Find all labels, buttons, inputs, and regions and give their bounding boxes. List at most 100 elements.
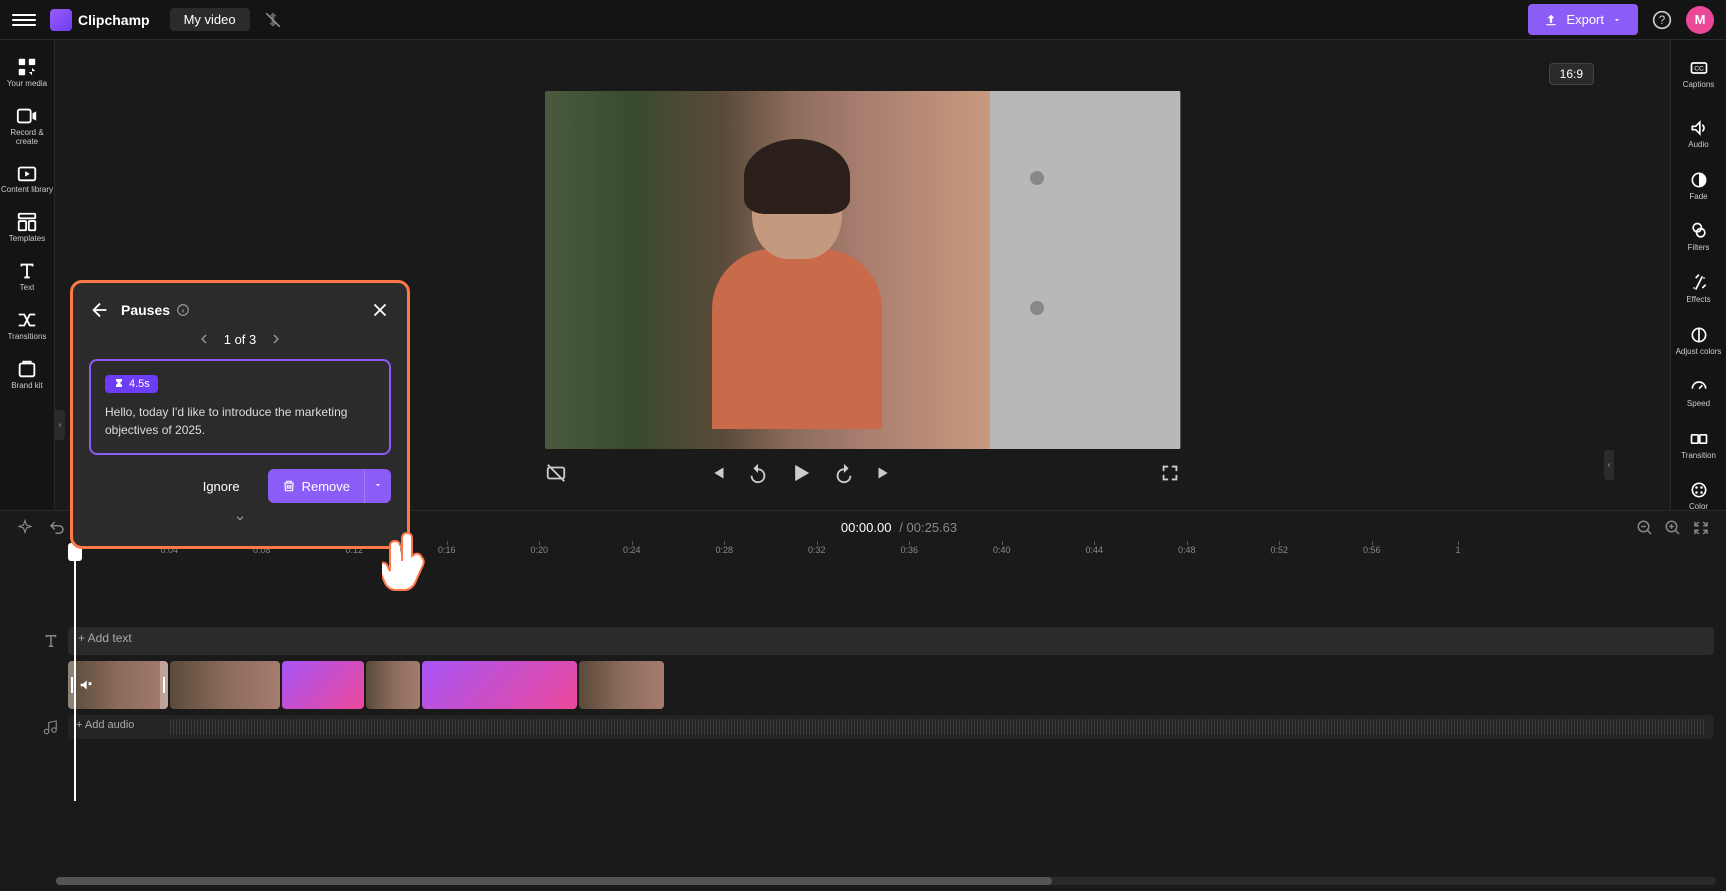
video-clip[interactable]: [68, 661, 168, 709]
audio-track[interactable]: + Add audio: [68, 715, 1714, 739]
main-layout: Your media Record & create Content libra…: [0, 40, 1726, 510]
skip-forward-button[interactable]: [873, 462, 895, 484]
add-text-label[interactable]: + Add text: [68, 627, 1714, 655]
info-icon[interactable]: [176, 303, 190, 317]
left-expand-handle[interactable]: [55, 410, 65, 440]
timeline-scrollbar[interactable]: [56, 877, 1716, 885]
sidebar-item-transitions[interactable]: Transitions: [0, 301, 55, 350]
export-label: Export: [1566, 12, 1604, 27]
captions-toggle-button[interactable]: [545, 462, 567, 484]
skip-back-button[interactable]: [707, 462, 729, 484]
text-track[interactable]: + Add text: [68, 627, 1714, 655]
add-audio-label[interactable]: + Add audio: [76, 719, 134, 731]
seek-back-button[interactable]: [747, 462, 769, 484]
sidebar-item-speed[interactable]: Speed: [1671, 367, 1726, 419]
chevron-right-icon: [57, 420, 63, 430]
popup-back-button[interactable]: [89, 299, 111, 321]
ruler-tick: 0:28: [716, 545, 734, 555]
transition-icon: [1689, 429, 1709, 449]
sparkle-button[interactable]: [16, 519, 34, 537]
video-preview[interactable]: [545, 91, 1181, 449]
pauses-popup: Pauses 1 of 3: [70, 280, 410, 549]
sidebar-item-audio[interactable]: Audio: [1671, 108, 1726, 160]
popup-expand-button[interactable]: [89, 511, 391, 530]
clip-handle-right[interactable]: [160, 661, 168, 709]
undo-button[interactable]: [48, 519, 66, 537]
sync-status-icon[interactable]: [264, 11, 282, 29]
video-clip[interactable]: [170, 661, 280, 709]
pause-clip[interactable]: [282, 661, 364, 709]
zoom-fit-button[interactable]: [1692, 519, 1710, 537]
right-sidebar: CC Captions Audio Fade Filters Effects A…: [1670, 40, 1726, 510]
sidebar-item-adjust[interactable]: Adjust colors: [1671, 315, 1726, 367]
video-clip[interactable]: [366, 661, 420, 709]
record-icon: [16, 105, 38, 127]
menu-icon[interactable]: [12, 8, 36, 32]
filters-icon: [1689, 221, 1709, 241]
pager-next-button[interactable]: [268, 331, 284, 347]
aspect-ratio-badge[interactable]: 16:9: [1549, 63, 1594, 85]
arrow-left-icon: [89, 299, 111, 321]
sidebar-item-media[interactable]: Your media: [0, 48, 55, 97]
project-title[interactable]: My video: [170, 8, 250, 31]
pager-prev-button[interactable]: [196, 331, 212, 347]
zoom-out-button[interactable]: [1636, 519, 1654, 537]
sidebar-item-filters[interactable]: Filters: [1671, 211, 1726, 263]
templates-icon: [16, 211, 38, 233]
pause-clip[interactable]: [422, 661, 577, 709]
zoom-in-button[interactable]: [1664, 519, 1682, 537]
sidebar-item-record[interactable]: Record & create: [0, 97, 55, 155]
remove-button[interactable]: Remove: [268, 469, 364, 503]
app-logo[interactable]: Clipchamp: [50, 9, 150, 31]
help-icon[interactable]: ?: [1652, 10, 1672, 30]
scrollbar-thumb[interactable]: [56, 877, 1052, 885]
duration-badge: 4.5s: [105, 375, 158, 393]
speed-icon: [1689, 377, 1709, 397]
color-icon: [1689, 480, 1709, 500]
right-collapse-handle[interactable]: [1604, 450, 1614, 480]
seek-forward-button[interactable]: [833, 462, 855, 484]
fullscreen-button[interactable]: [1159, 462, 1181, 484]
pause-card[interactable]: 4.5s Hello, today I'd like to introduce …: [89, 359, 391, 455]
close-icon: [369, 299, 391, 321]
upload-icon: [1544, 13, 1558, 27]
effects-icon: [1689, 273, 1709, 293]
top-bar: Clipchamp My video Export ? M: [0, 0, 1726, 40]
chevron-right-icon: [268, 331, 284, 347]
sidebar-item-captions[interactable]: CC Captions: [1671, 48, 1726, 100]
hourglass-icon: [113, 378, 125, 390]
svg-text:CC: CC: [1694, 66, 1704, 73]
ignore-button[interactable]: Ignore: [185, 471, 258, 502]
play-button[interactable]: [787, 459, 815, 487]
sidebar-item-effects[interactable]: Effects: [1671, 263, 1726, 315]
ruler-tick: 0:52: [1271, 545, 1289, 555]
video-clip[interactable]: [579, 661, 664, 709]
popup-close-button[interactable]: [369, 299, 391, 321]
fit-icon: [1692, 519, 1710, 537]
chevron-down-icon: [1612, 15, 1622, 25]
captions-icon: CC: [1689, 58, 1709, 78]
audio-icon: [1689, 118, 1709, 138]
clipchamp-logo-icon: [50, 9, 72, 31]
remove-dropdown-button[interactable]: [364, 469, 391, 503]
export-button[interactable]: Export: [1528, 4, 1638, 35]
sidebar-item-library[interactable]: Content library: [0, 154, 55, 203]
video-track: [68, 661, 1714, 709]
ruler-tick: 0:32: [808, 545, 826, 555]
center-area: Pauses 1 of 3: [55, 40, 1670, 510]
sidebar-item-templates[interactable]: Templates: [0, 203, 55, 252]
user-avatar[interactable]: M: [1686, 6, 1714, 34]
mute-icon: [78, 677, 94, 693]
ruler-tick: 1: [1456, 545, 1461, 555]
chevron-left-icon: [196, 331, 212, 347]
popup-title: Pauses: [121, 302, 170, 318]
rewind-icon: [747, 462, 769, 484]
captions-off-icon: [545, 462, 567, 484]
sidebar-item-transition[interactable]: Transition: [1671, 419, 1726, 471]
chevron-down-icon: [373, 480, 383, 490]
transitions-icon: [16, 309, 38, 331]
ruler-tick: 0:40: [993, 545, 1011, 555]
sidebar-item-fade[interactable]: Fade: [1671, 160, 1726, 212]
sidebar-item-text[interactable]: Text: [0, 252, 55, 301]
sidebar-item-brandkit[interactable]: Brand kit: [0, 350, 55, 399]
